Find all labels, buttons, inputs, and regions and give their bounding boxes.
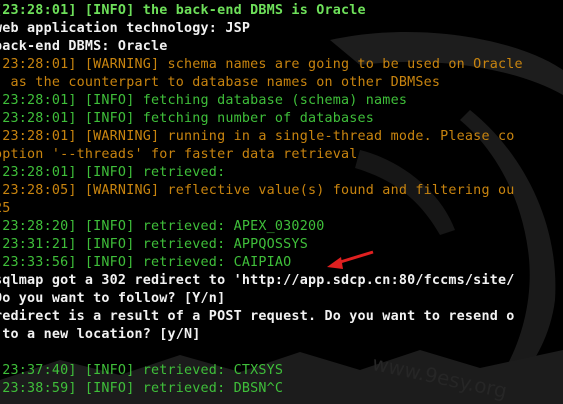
terminal-window[interactable]: www.9esy.org [23:28:01] [INFO] the back-… <box>0 0 563 404</box>
terminal-line: [23:28:01] [INFO] fetching database (sch… <box>0 93 408 108</box>
terminal-line: [23:38:59] [INFO] retrieved: DBSN^C <box>0 381 284 396</box>
terminal-line: [23:28:01] [INFO] the back-end DBMS is O… <box>0 3 366 18</box>
terminal-line: [23:28:05] [WARNING] reflective value(s)… <box>0 183 515 198</box>
terminal-line: option '--threads' for faster data retri… <box>0 147 358 162</box>
terminal-line: [23:28:01] [INFO] fetching number of dat… <box>0 111 375 126</box>
terminal-line: to a new location? [y/N] <box>0 327 201 342</box>
terminal-line: [23:28:01] [WARNING] schema names are go… <box>0 57 523 72</box>
terminal-line: Do you want to follow? [Y/n] <box>0 291 226 306</box>
terminal-line: sqlmap got a 302 redirect to 'http://app… <box>0 273 515 288</box>
terminal-line: redirect is a result of a POST request. … <box>0 309 515 324</box>
terminal-line: 25 <box>0 201 11 216</box>
terminal-line: [23:28:20] [INFO] retrieved: APEX_030200 <box>0 219 325 234</box>
terminal-line: [23:28:01] [INFO] retrieved: <box>0 165 226 180</box>
terminal-line: [23:28:01] [WARNING] running in a single… <box>0 129 515 144</box>
terminal-line: back-end DBMS: Oracle <box>0 39 168 54</box>
terminal-output: [23:28:01] [INFO] the back-end DBMS is O… <box>0 2 563 398</box>
terminal-line: web application technology: JSP <box>0 21 251 36</box>
terminal-line: as the counterpart to database names on … <box>0 75 441 90</box>
terminal-line: [23:37:40] [INFO] retrieved: CTXSYS <box>0 363 284 378</box>
terminal-line: [23:31:21] [INFO] retrieved: APPQOSSYS <box>0 237 308 252</box>
terminal-line: [23:33:56] [INFO] retrieved: CAIPIAO <box>0 255 292 270</box>
